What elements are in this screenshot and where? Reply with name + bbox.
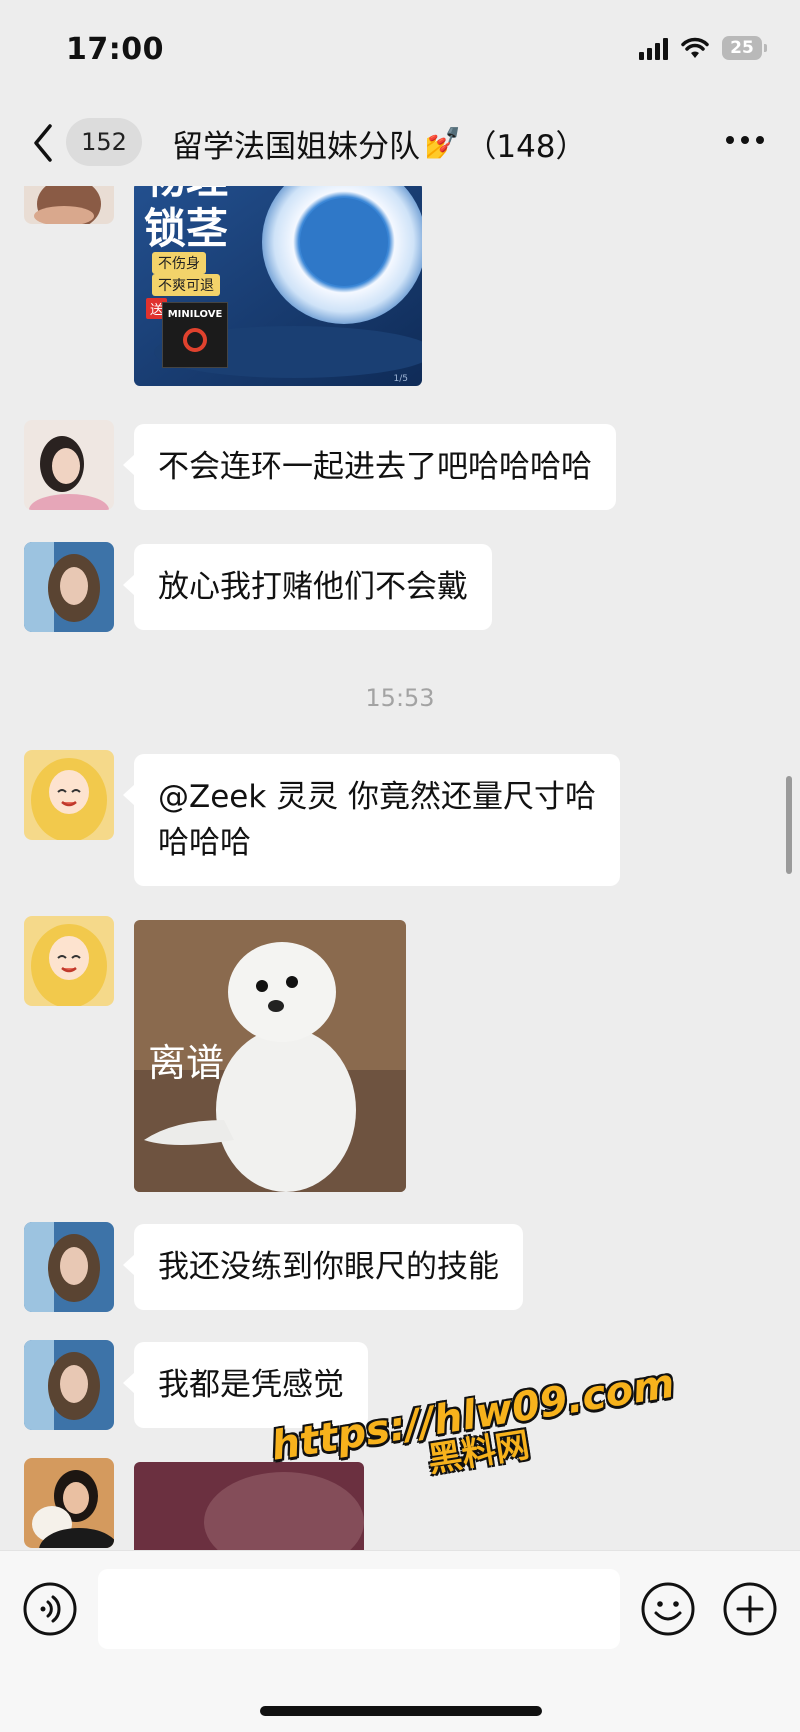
member-count: （148） [465, 128, 587, 165]
avatar[interactable] [24, 1340, 114, 1430]
avatar[interactable] [24, 186, 114, 224]
message-bubble[interactable]: 不会连环一起进去了吧哈哈哈哈 [123, 424, 616, 510]
message-bubble[interactable]: 我还没练到你眼尺的技能 [123, 1224, 523, 1310]
avatar[interactable] [24, 542, 114, 632]
avatar[interactable] [24, 420, 114, 510]
message-line: 哈哈哈 [158, 825, 251, 861]
avatar[interactable] [24, 916, 114, 1006]
meme-sticker[interactable]: 离谱 [134, 920, 406, 1192]
battery-icon: 25 [722, 36, 767, 60]
product-box: MINILOVE [162, 302, 228, 368]
more-options-icon[interactable] [726, 136, 764, 144]
plus-icon[interactable] [722, 1581, 778, 1637]
avatar[interactable] [24, 750, 114, 840]
unread-count-badge[interactable]: 152 [66, 118, 142, 166]
voice-input-icon[interactable] [22, 1581, 78, 1637]
emoji-icon[interactable] [640, 1581, 696, 1637]
message-line: @Zeek 灵灵 你竟然还量尺寸哈 [158, 779, 597, 815]
cellular-signal-icon [639, 36, 668, 60]
timestamp-divider: 15:53 [365, 684, 435, 712]
message-input[interactable] [98, 1569, 620, 1649]
chat-input-bar [0, 1550, 800, 1732]
sticker-caption: 离谱 [148, 1041, 225, 1085]
back-chevron-icon[interactable] [28, 120, 58, 166]
product-headline: 物理锁茎 [144, 186, 229, 253]
image-page-marker: 1/5 [393, 374, 408, 384]
avatar[interactable] [24, 1458, 114, 1548]
wifi-icon [681, 37, 709, 58]
chat-message-list[interactable]: 物理锁茎 不伤身 不爽可退 送 MINILOVE 1/5 不会连环一起进去了吧哈… [0, 186, 800, 1550]
message-bubble[interactable]: @Zeek 灵灵 你竟然还量尺寸哈 哈哈哈 [122, 754, 621, 886]
home-indicator[interactable] [260, 1706, 542, 1716]
chat-header: 152 留学法国姐妹分队 💅 （148） [0, 100, 800, 186]
group-title[interactable]: 留学法国姐妹分队 💅 （148） [172, 120, 587, 166]
brand-name: MINILOVE [167, 309, 223, 320]
product-tag-no-harm: 不伤身 [152, 252, 206, 274]
group-name: 留学法国姐妹分队 [172, 128, 420, 165]
message-bubble[interactable]: 放心我打赌他们不会戴 [123, 544, 492, 630]
status-time: 17:00 [66, 32, 164, 67]
nail-polish-emoji: 💅 [424, 125, 462, 161]
scroll-indicator[interactable] [786, 776, 792, 874]
status-icons: 25 [639, 36, 767, 60]
product-image-message[interactable]: 物理锁茎 不伤身 不爽可退 送 MINILOVE 1/5 [134, 186, 422, 386]
avatar[interactable] [24, 1222, 114, 1312]
status-bar: 17:00 25 [0, 0, 800, 100]
product-tag-refund: 不爽可退 [152, 274, 220, 296]
